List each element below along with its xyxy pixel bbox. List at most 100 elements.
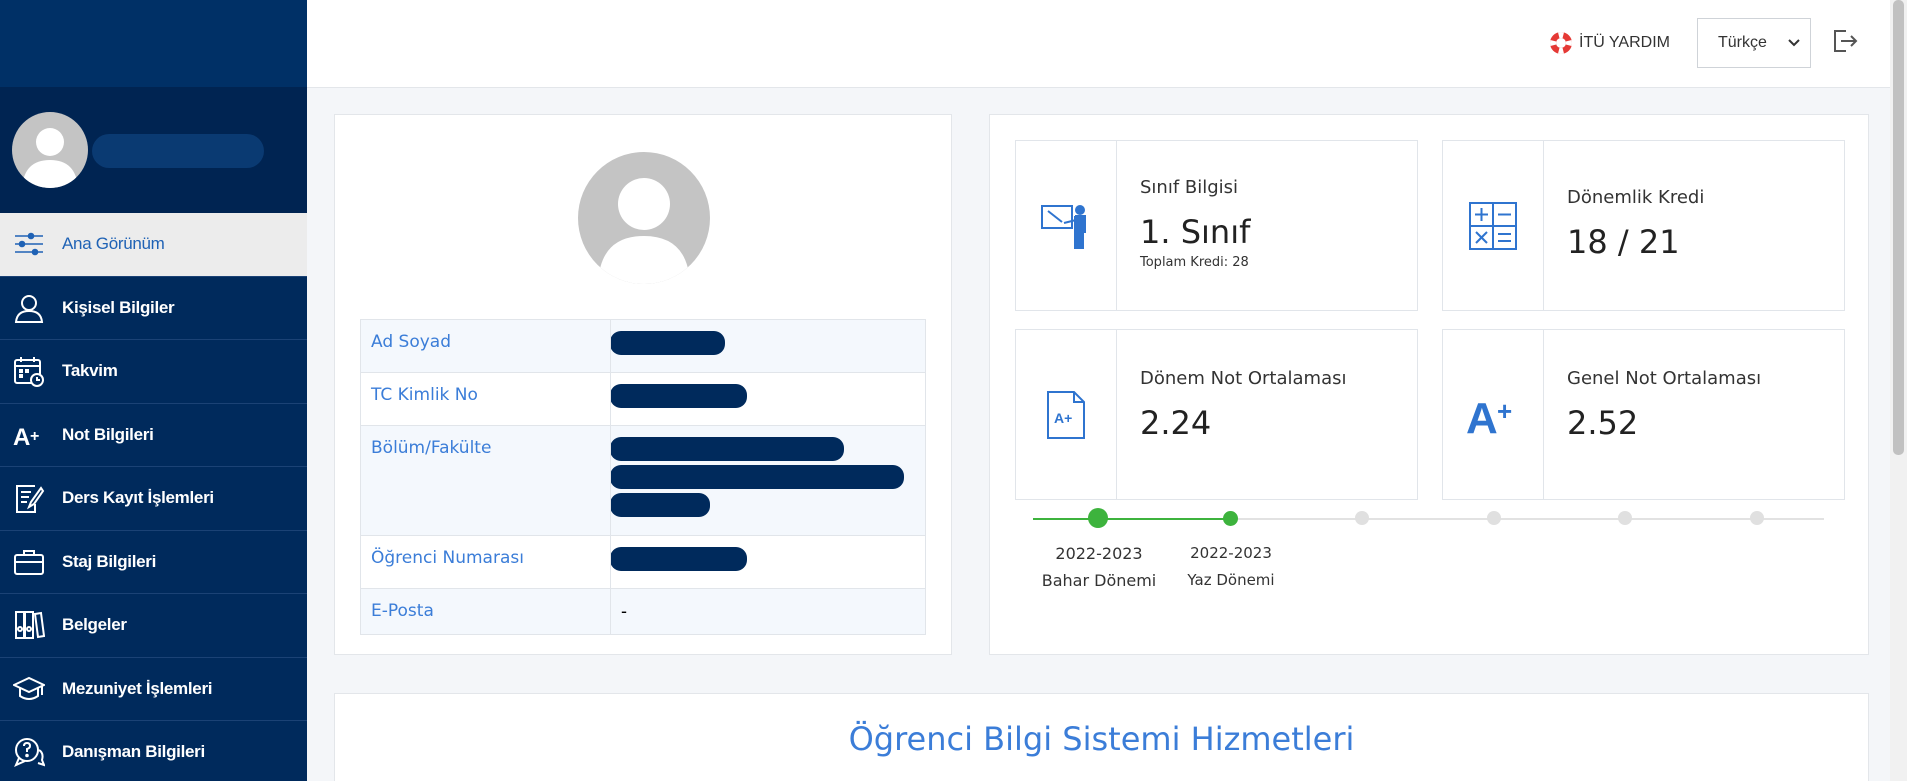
row-label: Öğrenci Numarası bbox=[360, 535, 611, 589]
redacted-value bbox=[610, 384, 747, 408]
row-value bbox=[610, 319, 926, 373]
scrollbar-thumb[interactable] bbox=[1893, 0, 1904, 455]
timeline-dot[interactable] bbox=[1355, 511, 1369, 525]
general-gpa-box: A + Genel Not Ortalaması 2.52 bbox=[1442, 329, 1845, 500]
language-select[interactable]: Türkçe bbox=[1697, 18, 1811, 68]
sidebar-header bbox=[0, 0, 307, 87]
profile-card: Ad Soyad TC Kimlik No Bölüm/Fakülte Öğre… bbox=[334, 114, 952, 655]
avatar bbox=[12, 112, 88, 188]
timeline-dot[interactable] bbox=[1487, 511, 1501, 525]
sidebar-item-label: Staj Bilgileri bbox=[62, 551, 157, 571]
calendar-icon bbox=[12, 354, 46, 388]
stat-value: 2.24 bbox=[1140, 404, 1212, 442]
sidebar-item-label: Kişisel Bilgiler bbox=[62, 297, 175, 317]
table-row: E-Posta - bbox=[360, 588, 926, 635]
binders-icon bbox=[12, 608, 46, 642]
row-label: Bölüm/Fakülte bbox=[360, 425, 611, 536]
help-label: İTÜ YARDIM bbox=[1579, 34, 1670, 51]
stat-title: Dönem Not Ortalaması bbox=[1140, 368, 1347, 389]
sidebar-item-label: Danışman Bilgileri bbox=[62, 742, 205, 762]
stat-title: Genel Not Ortalaması bbox=[1567, 368, 1762, 389]
briefcase-icon bbox=[12, 545, 46, 579]
stat-icon-container: A+ bbox=[1016, 330, 1117, 499]
timeline-term: Bahar Dönemi bbox=[1041, 571, 1157, 590]
svg-text:A: A bbox=[13, 424, 30, 451]
sidebar-item-label: Mezuniyet İşlemleri bbox=[62, 678, 213, 698]
redacted-value bbox=[610, 437, 844, 461]
timeline-year: 2022-2023 bbox=[1190, 544, 1272, 562]
sidebar-profile bbox=[0, 87, 307, 213]
sidebar-item-mezuniyet[interactable]: Mezuniyet İşlemleri bbox=[0, 658, 307, 721]
timeline-progress-line bbox=[1033, 518, 1230, 520]
redacted-value bbox=[610, 493, 710, 517]
row-label: Ad Soyad bbox=[360, 319, 611, 373]
profile-photo bbox=[578, 152, 710, 284]
profile-info-table: Ad Soyad TC Kimlik No Bölüm/Fakülte Öğre… bbox=[360, 319, 926, 635]
stat-icon-container: A + bbox=[1443, 330, 1544, 499]
services-title: Öğrenci Bilgi Sistemi Hizmetleri bbox=[848, 720, 1355, 758]
page-scrollbar[interactable] bbox=[1890, 0, 1907, 781]
sidebar: Ana Görünüm Kişisel Bilgiler Takvim A + N… bbox=[0, 0, 307, 781]
row-value bbox=[610, 535, 926, 589]
redacted-value bbox=[610, 547, 747, 571]
svg-text:+: + bbox=[30, 428, 39, 445]
sidebar-item-label: Takvim bbox=[62, 361, 118, 381]
sidebar-item-staj-bilgileri[interactable]: Staj Bilgileri bbox=[0, 531, 307, 594]
table-row: TC Kimlik No bbox=[360, 372, 926, 426]
redacted-value bbox=[610, 465, 904, 489]
term-credit-box: Dönemlik Kredi 18 / 21 bbox=[1442, 140, 1845, 311]
language-value: Türkçe bbox=[1718, 34, 1767, 51]
timeline-dot[interactable] bbox=[1618, 511, 1632, 525]
sidebar-item-label: Ana Görünüm bbox=[62, 234, 165, 254]
sidebar-item-not-bilgileri[interactable]: A + Not Bilgileri bbox=[0, 404, 307, 467]
stat-icon-container bbox=[1443, 141, 1544, 310]
grade-document-icon: A+ bbox=[1047, 390, 1085, 439]
timeline-label: 2022-2023 Yaz Dönemi bbox=[1161, 540, 1301, 594]
stat-title: Dönemlik Kredi bbox=[1567, 187, 1705, 208]
logout-icon[interactable] bbox=[1832, 28, 1858, 54]
row-label: TC Kimlik No bbox=[360, 372, 611, 426]
table-row: Öğrenci Numarası bbox=[360, 535, 926, 589]
sidebar-item-ders-kayit[interactable]: Ders Kayıt İşlemleri bbox=[0, 467, 307, 531]
teacher-board-icon bbox=[1041, 204, 1086, 249]
svg-text:A+: A+ bbox=[1054, 410, 1072, 426]
sidebar-item-label: Not Bilgileri bbox=[62, 424, 154, 444]
timeline-dot-active[interactable] bbox=[1223, 511, 1238, 526]
stat-icon-container bbox=[1016, 141, 1117, 310]
chevron-down-icon bbox=[1788, 39, 1800, 47]
sidebar-item-danisman[interactable]: Danışman Bilgileri bbox=[0, 721, 307, 781]
table-row: Bölüm/Fakülte bbox=[360, 425, 926, 536]
stat-value: 1. Sınıf bbox=[1140, 213, 1251, 251]
table-row: Ad Soyad bbox=[360, 319, 926, 373]
row-value: - bbox=[610, 588, 926, 635]
timeline-track-line bbox=[1230, 518, 1824, 520]
row-label: E-Posta bbox=[360, 588, 611, 635]
user-icon bbox=[12, 291, 46, 325]
timeline-dot[interactable] bbox=[1750, 511, 1764, 525]
help-link[interactable]: İTÜ YARDIM bbox=[1549, 31, 1670, 55]
class-info-box: Sınıf Bilgisi 1. Sınıf Toplam Kredi: 28 bbox=[1015, 140, 1418, 311]
row-value bbox=[610, 425, 926, 536]
services-card: Öğrenci Bilgi Sistemi Hizmetleri bbox=[334, 693, 1869, 781]
lifebuoy-icon bbox=[1549, 31, 1573, 55]
sidebar-item-belgeler[interactable]: Belgeler bbox=[0, 594, 307, 658]
calculator-icon bbox=[1469, 201, 1517, 250]
stat-subtitle: Toplam Kredi: 28 bbox=[1140, 255, 1249, 270]
grade-icon: A + bbox=[12, 418, 46, 452]
sidebar-item-kisisel-bilgiler[interactable]: Kişisel Bilgiler bbox=[0, 277, 307, 340]
sidebar-item-takvim[interactable]: Takvim bbox=[0, 340, 307, 404]
sliders-icon bbox=[12, 227, 46, 261]
timeline-dot-active[interactable] bbox=[1088, 508, 1108, 528]
stat-title: Sınıf Bilgisi bbox=[1140, 177, 1239, 198]
topbar: İTÜ YARDIM Türkçe bbox=[307, 0, 1907, 88]
timeline-term: Yaz Dönemi bbox=[1187, 571, 1275, 589]
timeline-year: 2022-2023 bbox=[1055, 544, 1143, 563]
grade-a-plus-icon: A + bbox=[1466, 394, 1512, 437]
stat-value: 2.52 bbox=[1567, 404, 1639, 442]
graduation-cap-icon bbox=[12, 672, 46, 706]
advisor-chat-icon bbox=[12, 735, 46, 769]
svg-text:A: A bbox=[1466, 394, 1498, 437]
sidebar-item-label: Ders Kayıt İşlemleri bbox=[62, 488, 214, 508]
registration-icon bbox=[12, 481, 46, 515]
sidebar-item-ana-gorunum[interactable]: Ana Görünüm bbox=[0, 213, 307, 277]
